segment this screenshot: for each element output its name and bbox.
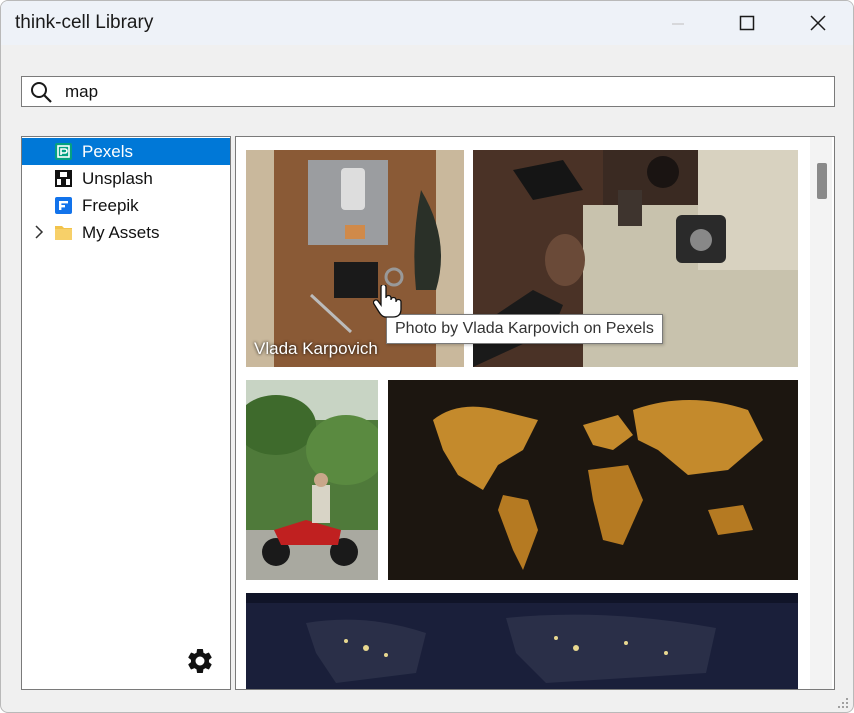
title-bar: think-cell Library — [1, 1, 853, 45]
minimize-icon — [672, 23, 684, 25]
image-gallery: Vlada Karpovich — [235, 136, 835, 690]
gallery-scrollbar[interactable] — [810, 137, 832, 689]
thumbnail-image — [246, 593, 798, 689]
sidebar-item-label: Pexels — [82, 142, 134, 161]
unsplash-icon — [55, 170, 72, 187]
hand-pointer-icon — [373, 285, 402, 318]
sidebar-item-label: Unsplash — [82, 169, 153, 188]
resize-grip-icon[interactable] — [837, 697, 849, 709]
photo-credit-tooltip: Photo by Vlada Karpovich on Pexels — [386, 314, 663, 344]
freepik-icon — [55, 197, 72, 214]
thumbnail-motorcycle[interactable] — [246, 380, 378, 580]
settings-gear-icon[interactable] — [185, 646, 215, 676]
sidebar-item-unsplash[interactable]: Unsplash — [22, 165, 230, 192]
search-input[interactable]: map — [21, 76, 835, 107]
maximize-button[interactable] — [712, 1, 782, 45]
thumbnail-image — [388, 380, 798, 580]
search-value: map — [65, 82, 99, 101]
sidebar-item-my-assets[interactable]: My Assets — [22, 219, 230, 246]
sidebar-item-pexels[interactable]: Pexels — [22, 138, 230, 165]
maximize-icon — [739, 15, 755, 31]
pexels-icon — [55, 143, 72, 160]
search-icon — [31, 82, 52, 103]
thumbnail-night-earth[interactable] — [246, 593, 798, 689]
source-sidebar: Pexels Unsplash Freepik My Assets — [21, 136, 231, 690]
close-button[interactable] — [783, 1, 853, 45]
minimize-button[interactable] — [643, 1, 713, 45]
folder-icon — [55, 226, 72, 240]
sidebar-item-label: My Assets — [82, 223, 160, 242]
scrollbar-thumb[interactable] — [817, 163, 827, 199]
thumbnail-world-map[interactable] — [388, 380, 798, 580]
window-title: think-cell Library — [15, 12, 154, 33]
thumbnail-image — [246, 380, 378, 580]
thumbnail-caption: Vlada Karpovich — [254, 339, 378, 358]
sidebar-item-label: Freepik — [82, 196, 139, 215]
close-icon — [810, 15, 826, 31]
chevron-right-icon[interactable] — [34, 224, 44, 240]
sidebar-item-freepik[interactable]: Freepik — [22, 192, 230, 219]
library-window: think-cell Library map Pexels Unsplash F… — [0, 0, 854, 713]
